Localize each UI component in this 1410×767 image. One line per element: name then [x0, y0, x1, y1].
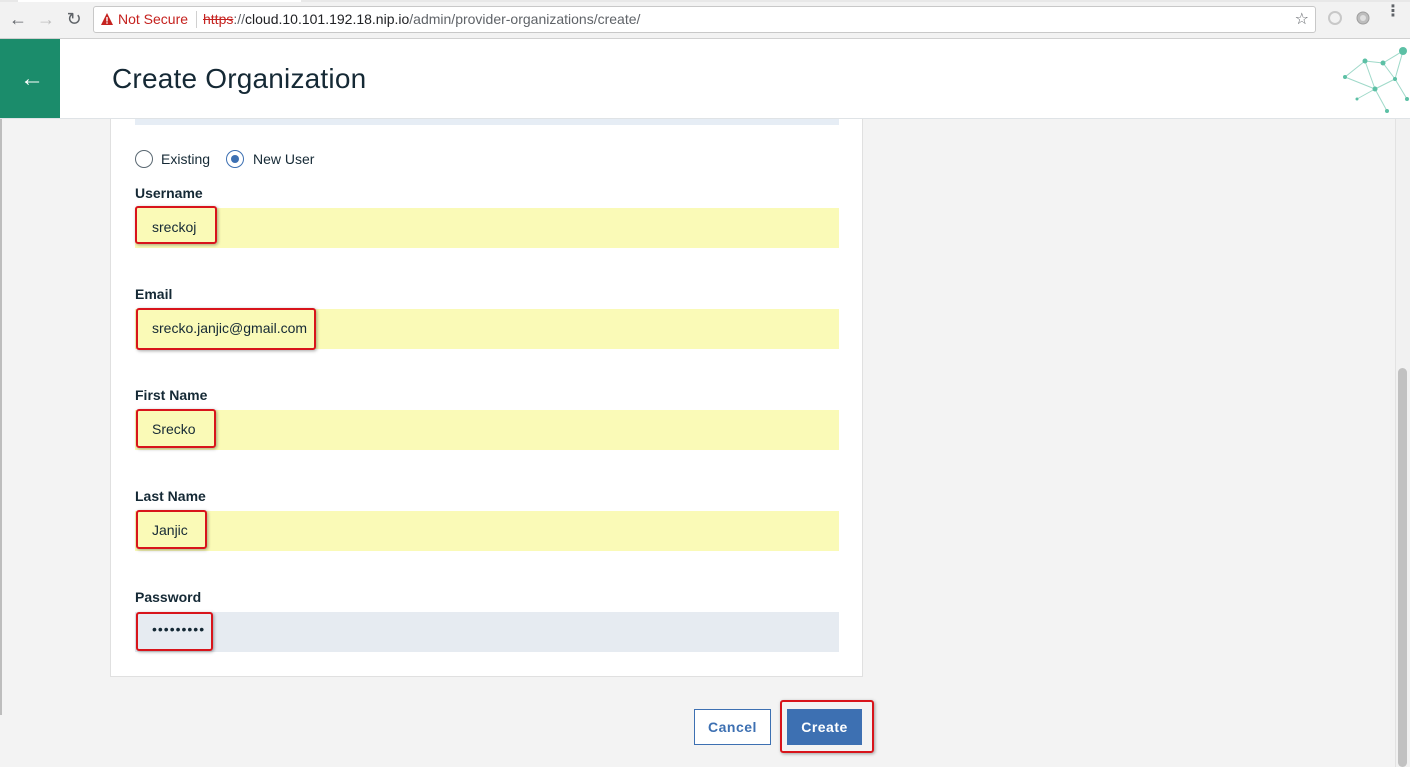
password-label: Password — [135, 589, 202, 605]
security-status[interactable]: Not Secure — [118, 11, 188, 27]
username-input[interactable]: sreckoj — [135, 208, 839, 248]
username-label: Username — [135, 185, 203, 201]
back-icon[interactable]: ← — [8, 8, 28, 30]
radio-existing-label[interactable]: Existing — [161, 151, 210, 167]
extension-icon[interactable] — [1327, 10, 1343, 26]
page-header: ← Create Organization — [0, 39, 1410, 119]
password-highlight — [136, 612, 213, 651]
last-name-label: Last Name — [135, 488, 206, 504]
browser-toolbar: ← → ↻ Not Secure https://cloud.10.101.19… — [0, 0, 1410, 39]
url-path: /admin/provider-organizations/create/ — [409, 11, 641, 27]
back-button[interactable]: ← — [0, 39, 60, 118]
scrollbar-thumb[interactable] — [1398, 368, 1407, 767]
first-name-input[interactable]: Srecko — [135, 410, 839, 450]
last-name-highlight — [136, 510, 207, 549]
url-text[interactable]: https://cloud.10.101.192.18.nip.io/admin… — [203, 11, 640, 27]
reload-icon[interactable]: ↻ — [64, 8, 84, 30]
url-host: cloud.10.101.192.18.nip.io — [245, 11, 410, 27]
tab-strip — [0, 0, 1410, 2]
warning-icon — [101, 13, 113, 25]
previous-field-bottom — [135, 119, 839, 125]
browser-menu-icon[interactable]: ⋮ — [1385, 4, 1401, 20]
last-name-input[interactable]: Janjic — [135, 511, 839, 551]
create-button[interactable]: Create — [787, 709, 862, 745]
first-name-label: First Name — [135, 387, 208, 403]
url-scheme: https — [203, 11, 234, 27]
omnibox-divider — [196, 11, 197, 28]
page-edge — [0, 119, 2, 715]
radio-existing[interactable] — [135, 150, 153, 168]
page-title: Create Organization — [112, 63, 367, 94]
url-separator: :// — [233, 11, 246, 27]
username-highlight — [135, 206, 217, 244]
email-label: Email — [135, 286, 173, 302]
address-bar[interactable]: Not Secure https://cloud.10.101.192.18.n… — [93, 6, 1316, 33]
password-input[interactable]: ••••••••• — [135, 612, 839, 652]
bookmark-star-icon[interactable]: ☆ — [1295, 9, 1309, 29]
organization-form-card: Existing New User Username sreckoj Email… — [110, 119, 863, 677]
email-highlight — [136, 308, 316, 350]
profile-icon[interactable] — [1355, 10, 1371, 26]
forward-icon[interactable]: → — [36, 8, 56, 30]
radio-new-user[interactable] — [226, 150, 244, 168]
cancel-button[interactable]: Cancel — [694, 709, 771, 745]
radio-new-user-label[interactable]: New User — [253, 151, 314, 167]
first-name-highlight — [136, 409, 216, 448]
active-tab[interactable] — [18, 0, 301, 2]
arrow-left-icon: ← — [20, 65, 44, 92]
network-graphic-icon — [1343, 47, 1409, 113]
